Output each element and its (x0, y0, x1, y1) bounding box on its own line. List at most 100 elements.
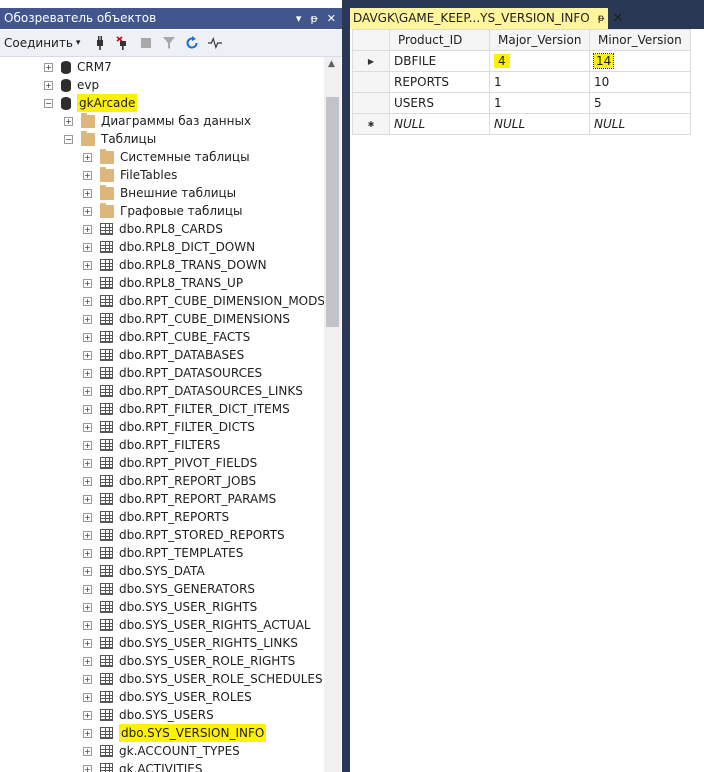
expand-icon[interactable]: + (44, 62, 53, 72)
expand-icon[interactable]: + (83, 188, 92, 198)
tab-pin-icon[interactable]: ᵽ (598, 8, 605, 29)
connect-button[interactable]: Соединить ▾ (4, 36, 80, 50)
tree-node-table[interactable]: + dbo.SYS_VERSION_INFO (83, 724, 267, 742)
expand-icon[interactable]: + (83, 476, 92, 486)
expand-icon[interactable]: + (83, 584, 92, 594)
expand-icon[interactable]: + (83, 494, 92, 504)
cell-minor-version[interactable]: NULL (589, 113, 691, 135)
filter-icon[interactable] (162, 36, 176, 50)
tree-node-table[interactable]: + dbo.RPT_REPORT_JOBS (83, 472, 256, 490)
tree-node-table[interactable]: + dbo.SYS_GENERATORS (83, 580, 255, 598)
expand-icon[interactable]: + (83, 548, 92, 558)
tree-node-table[interactable]: + dbo.SYS_DATA (83, 562, 205, 580)
tree-node-folder[interactable]: + Внешние таблицы (83, 184, 236, 202)
expand-icon[interactable]: + (83, 566, 92, 576)
tree-node-folder[interactable]: + FileTables (83, 166, 177, 184)
tree-node-folder[interactable]: − Таблицы (64, 130, 156, 148)
row-selector-current-icon[interactable]: ▶ (352, 50, 390, 72)
tree-node-table[interactable]: + dbo.SYS_USER_RIGHTS_ACTUAL (83, 616, 311, 634)
expand-icon[interactable]: + (83, 458, 92, 468)
tree-node-table[interactable]: + dbo.RPL8_TRANS_UP (83, 274, 243, 292)
tree-node-folder[interactable]: + Графовые таблицы (83, 202, 243, 220)
chevron-down-icon[interactable]: ▾ (76, 38, 81, 48)
row-selector[interactable] (352, 92, 390, 114)
tree-node-table[interactable]: + dbo.RPT_FILTER_DICT_ITEMS (83, 400, 290, 418)
activity-monitor-icon[interactable] (208, 36, 223, 50)
row-selector[interactable] (352, 71, 390, 93)
tree-node-table[interactable]: + dbo.RPT_PIVOT_FIELDS (83, 454, 257, 472)
tree-node-table[interactable]: + dbo.SYS_USERS (83, 706, 214, 724)
column-header-product-id[interactable]: Product_ID (389, 29, 490, 51)
table-row[interactable]: REPORTS 1 10 (352, 71, 691, 93)
expand-icon[interactable]: + (83, 404, 92, 414)
tree-node-table[interactable]: + dbo.RPT_FILTER_DICTS (83, 418, 255, 436)
expand-icon[interactable]: + (83, 386, 92, 396)
pin-icon[interactable]: ᵽ (310, 8, 317, 29)
panel-splitter[interactable] (342, 0, 350, 772)
expand-icon[interactable]: + (83, 296, 92, 306)
expand-icon[interactable]: + (83, 746, 92, 756)
expand-icon[interactable]: + (83, 674, 92, 684)
expand-icon[interactable]: + (83, 602, 92, 612)
expand-icon[interactable]: + (83, 512, 92, 522)
tree-vertical-scrollbar[interactable]: ▲ (324, 57, 341, 772)
tab-close-icon[interactable]: ✕ (612, 8, 623, 29)
tree-node-table[interactable]: + gk.ACCOUNT_TYPES (83, 742, 240, 760)
tree-node-table[interactable]: + dbo.RPL8_CARDS (83, 220, 223, 238)
expand-icon[interactable]: + (83, 152, 92, 162)
tree-node-table[interactable]: + dbo.RPT_DATASOURCES_LINKS (83, 382, 303, 400)
expand-icon[interactable]: + (83, 638, 92, 648)
column-header-minor-version[interactable]: Minor_Version (589, 29, 691, 51)
new-row-asterisk-icon[interactable]: ✱ (352, 113, 390, 135)
tree-node-table[interactable]: + dbo.RPT_REPORTS (83, 508, 229, 526)
tree-node-folder[interactable]: + Диаграммы баз данных (64, 112, 251, 130)
expand-icon[interactable]: + (83, 224, 92, 234)
new-row[interactable]: ✱ NULL NULL NULL (352, 113, 691, 135)
tree-node-table[interactable]: + dbo.RPL8_DICT_DOWN (83, 238, 255, 256)
tree-node-table[interactable]: + dbo.SYS_USER_ROLE_RIGHTS (83, 652, 295, 670)
tree-node-folder[interactable]: + Системные таблицы (83, 148, 250, 166)
stop-icon[interactable] (139, 36, 153, 50)
cell-minor-version-selected[interactable]: 14 (589, 50, 691, 72)
tree-node-database[interactable]: + CRM7 (44, 58, 112, 76)
cell-major-version[interactable]: 4 (489, 50, 590, 72)
tree-node-table[interactable]: + dbo.RPT_TEMPLATES (83, 544, 243, 562)
cell-major-version[interactable]: 1 (489, 71, 590, 93)
cell-product-id[interactable]: REPORTS (389, 71, 490, 93)
tree-node-table[interactable]: + dbo.RPT_DATASOURCES (83, 364, 262, 382)
tree-node-table[interactable]: + dbo.RPT_REPORT_PARAMS (83, 490, 276, 508)
cell-product-id[interactable]: NULL (389, 113, 490, 135)
cell-major-version[interactable]: 1 (489, 92, 590, 114)
expand-icon[interactable]: + (64, 116, 73, 126)
tree-node-table[interactable]: + dbo.SYS_USER_ROLES (83, 688, 252, 706)
tree-node-table[interactable]: + gk.ACTIVITIES (83, 760, 202, 772)
tree-node-table[interactable]: + dbo.RPT_CUBE_FACTS (83, 328, 250, 346)
table-row[interactable]: ▶ DBFILE 4 14 (352, 50, 691, 72)
tree-node-table[interactable]: + dbo.SYS_USER_RIGHTS_LINKS (83, 634, 298, 652)
scroll-up-icon[interactable]: ▲ (328, 59, 335, 69)
expand-icon[interactable]: + (83, 656, 92, 666)
table-row[interactable]: USERS 1 5 (352, 92, 691, 114)
expand-icon[interactable]: + (83, 332, 92, 342)
tree-node-database[interactable]: + evp (44, 76, 99, 94)
window-position-dropdown-icon[interactable]: ▾ (296, 8, 302, 29)
expand-icon[interactable]: + (83, 314, 92, 324)
column-header-major-version[interactable]: Major_Version (489, 29, 590, 51)
close-icon[interactable]: ✕ (327, 8, 336, 29)
grid-corner[interactable] (352, 29, 390, 51)
expand-icon[interactable]: + (83, 170, 92, 180)
tree-node-table[interactable]: + dbo.RPT_FILTERS (83, 436, 220, 454)
cell-minor-version[interactable]: 10 (589, 71, 691, 93)
disconnect-icon[interactable] (116, 36, 130, 50)
expand-icon[interactable]: + (83, 422, 92, 432)
tree-node-table[interactable]: + dbo.RPT_STORED_REPORTS (83, 526, 285, 544)
expand-icon[interactable]: + (83, 206, 92, 216)
expand-icon[interactable]: + (83, 440, 92, 450)
expand-icon[interactable]: + (83, 764, 92, 772)
tree-node-table[interactable]: + dbo.RPT_CUBE_DIMENSIONS (83, 310, 290, 328)
connect-plug-icon[interactable] (93, 36, 107, 50)
expand-icon[interactable]: + (83, 530, 92, 540)
tree-node-database[interactable]: − gkArcade (44, 94, 138, 112)
expand-icon[interactable]: + (83, 692, 92, 702)
expand-icon[interactable]: + (83, 278, 92, 288)
